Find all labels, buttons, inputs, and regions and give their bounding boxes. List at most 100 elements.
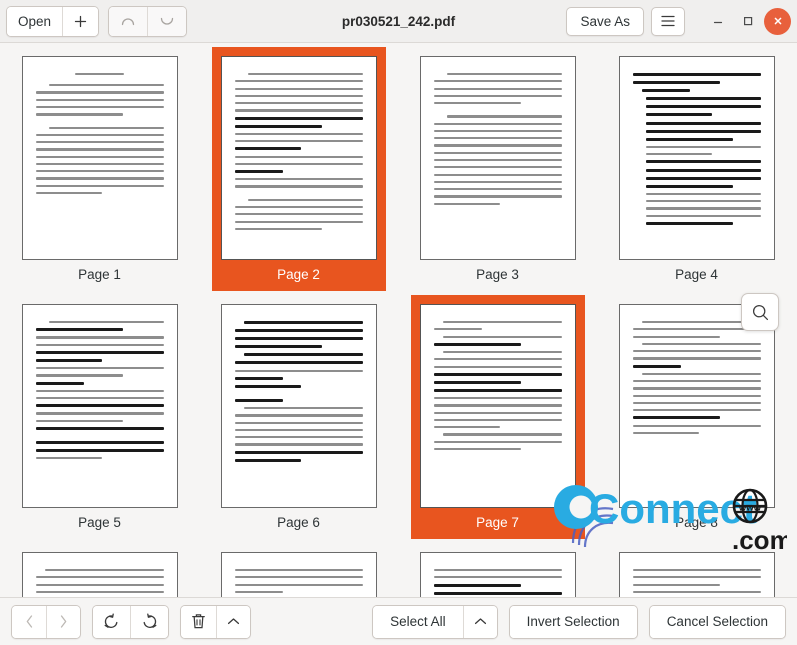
document-text-line	[433, 365, 562, 368]
header-right-controls: Save As	[566, 6, 791, 36]
page-preview[interactable]	[21, 56, 178, 260]
document-text-line	[35, 359, 103, 363]
maximize-icon	[743, 16, 752, 26]
page-thumbnail-cell[interactable]: Page 1	[0, 43, 199, 291]
document-text-line	[35, 583, 164, 586]
document-text-line	[433, 591, 562, 595]
document-text-line	[234, 443, 363, 446]
page-preview[interactable]	[618, 552, 775, 597]
document-text-line	[645, 184, 733, 188]
document-text-line	[632, 328, 761, 331]
invert-selection-button[interactable]: Invert Selection	[509, 605, 637, 638]
page-thumbnail-cell[interactable]: Page 9	[0, 539, 199, 597]
select-all-menu-button[interactable]	[462, 605, 497, 638]
document-text-line	[234, 569, 363, 572]
document-text-line	[641, 372, 761, 375]
document-text-line	[433, 388, 562, 392]
document-text-line	[234, 337, 363, 341]
page-preview[interactable]	[419, 304, 576, 508]
page-preview[interactable]	[21, 304, 178, 508]
next-page-button[interactable]	[46, 605, 80, 638]
document-text-line	[234, 94, 363, 98]
main-menu-button[interactable]	[651, 6, 685, 36]
page-thumbnail-cell[interactable]: Page 6	[199, 291, 398, 539]
page-thumbnail-cell[interactable]: Page 3	[398, 43, 597, 291]
document-text-line	[234, 421, 363, 424]
document-text-line	[35, 162, 164, 166]
page-thumbnail-cell[interactable]: Page 5	[0, 291, 199, 539]
page-thumbnail-cell[interactable]: Page 12	[597, 539, 796, 597]
document-text-line	[433, 372, 562, 376]
document-text-line	[35, 155, 164, 158]
document-text-line	[632, 409, 761, 412]
document-text-line	[645, 121, 761, 125]
page-selection-box	[610, 47, 784, 260]
page-thumbnail-cell[interactable]: Page 7	[398, 291, 597, 539]
page-thumbnail-cell[interactable]: Page 4	[597, 43, 796, 291]
document-text-line	[433, 358, 562, 361]
page-thumbnail-cell[interactable]: Page 11	[398, 539, 597, 597]
pdf-page-manager-window: Open pr030521_242.pdf Save As Page 1 Pag…	[0, 0, 797, 645]
page-preview[interactable]	[220, 56, 377, 260]
select-all-button[interactable]: Select All	[373, 605, 463, 638]
document-text-line	[35, 449, 164, 453]
document-text-line	[35, 177, 164, 180]
chevron-up-icon	[474, 618, 486, 625]
page-selection-box	[13, 543, 187, 597]
page-thumbnail-cell[interactable]: Page 10	[199, 539, 398, 597]
previous-page-button[interactable]	[12, 605, 46, 638]
document-text-line	[645, 153, 713, 156]
document-text-line	[645, 145, 761, 149]
page-thumbnail-area[interactable]: Page 1 Page 2 Page 3 Page 4 Page 5 Page 6 Page…	[0, 43, 797, 597]
rotate-left-button[interactable]	[93, 605, 130, 638]
page-preview[interactable]	[419, 56, 576, 260]
page-selection-box	[212, 295, 386, 508]
page-preview-content	[222, 553, 376, 597]
undo-button[interactable]	[109, 6, 148, 36]
add-file-button[interactable]	[62, 6, 99, 36]
close-button[interactable]	[764, 7, 791, 35]
rotate-right-button[interactable]	[130, 605, 168, 638]
document-text-line	[433, 188, 562, 191]
document-text-line	[234, 227, 322, 230]
redo-button[interactable]	[147, 6, 187, 36]
maximize-button[interactable]	[734, 8, 761, 35]
document-text-line	[234, 414, 363, 417]
page-preview[interactable]	[618, 304, 775, 508]
page-preview-content	[620, 553, 774, 597]
document-text-line	[632, 416, 720, 420]
page-preview[interactable]	[220, 304, 377, 508]
page-thumbnail-cell[interactable]: Page 2	[199, 43, 398, 291]
minimize-button[interactable]	[704, 8, 731, 35]
search-button[interactable]	[741, 293, 779, 331]
open-button[interactable]: Open	[7, 6, 63, 36]
cancel-selection-button[interactable]: Cancel Selection	[649, 605, 785, 638]
document-text-line	[442, 335, 562, 338]
undo-redo-group	[108, 5, 188, 37]
document-text-line	[35, 576, 164, 579]
document-text-line	[645, 176, 761, 180]
page-preview[interactable]	[220, 552, 377, 597]
document-text-line	[75, 73, 124, 76]
document-text-line	[645, 137, 733, 141]
delete-menu-button[interactable]	[216, 605, 250, 638]
document-text-line	[645, 113, 713, 117]
page-preview[interactable]	[618, 56, 775, 260]
redo-icon	[160, 17, 174, 25]
document-text-line	[35, 148, 164, 151]
hamburger-menu-icon	[661, 15, 675, 27]
page-selection-box	[212, 543, 386, 597]
page-preview-content	[620, 57, 774, 259]
page-preview[interactable]	[21, 552, 178, 597]
delete-pages-button[interactable]	[181, 605, 216, 638]
document-text-line	[433, 102, 521, 105]
save-as-button[interactable]: Save As	[566, 6, 644, 36]
document-text-line	[35, 457, 103, 460]
delete-group	[180, 604, 251, 639]
navigation-group	[11, 604, 81, 639]
document-text-line	[35, 389, 164, 392]
document-text-line	[35, 133, 164, 136]
page-preview[interactable]	[419, 552, 576, 597]
document-text-line	[433, 411, 562, 414]
document-text-line	[446, 115, 562, 118]
